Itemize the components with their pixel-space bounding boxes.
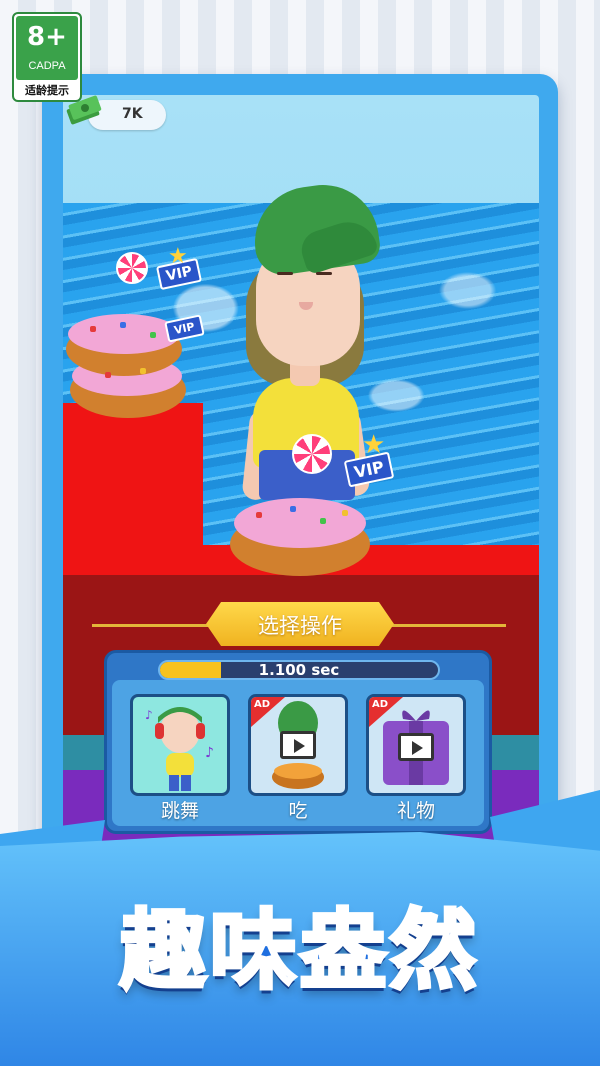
star-icon: ★ [168,244,188,269]
eat-label: 吃 [288,800,308,822]
action-title: 选择操作 [258,614,342,638]
gift-label: 礼物 [396,800,435,822]
timer-text: 1.100 sec [258,661,340,679]
ad-label: AD [372,699,389,710]
dance-label: 跳舞 [160,800,199,822]
star-icon: ★ [362,430,386,460]
age-rating-tip: 适龄提示 [25,84,69,97]
video-play-icon [398,733,434,761]
promo-title: 趣味盎然 [118,899,480,1003]
lollipop-icon [292,434,332,474]
svg-text:♪: ♪ [205,745,214,761]
dancing-character-icon: ♪ ♪ [145,707,214,791]
age-rating-org: CADPA [28,60,66,72]
lollipop-icon [116,252,148,284]
ad-label: AD [254,699,271,710]
svg-text:♪: ♪ [145,708,153,722]
age-rating-number: 8+ [27,22,67,52]
dance-button[interactable]: ♪ ♪ [130,694,230,796]
divider [388,624,506,627]
age-rating-badge: 8+ CADPA 适龄提示 [12,12,82,102]
divider [92,624,212,627]
money-value: 7K [122,106,143,122]
video-play-icon [280,731,316,759]
eat-button[interactable]: AD [248,694,348,796]
gift-button[interactable]: AD [366,694,466,796]
